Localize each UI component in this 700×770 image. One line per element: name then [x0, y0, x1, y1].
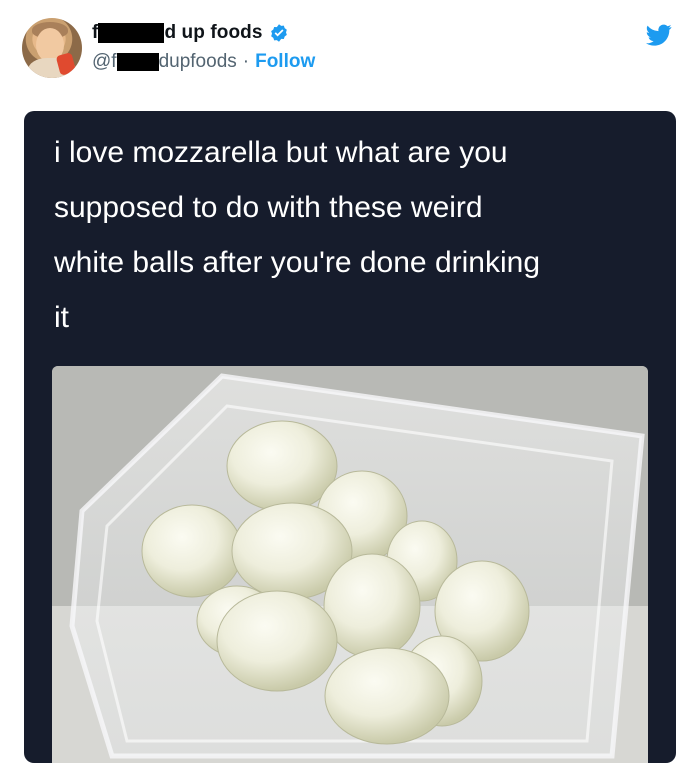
handle-row: @f dupfoods · Follow — [92, 50, 315, 74]
display-name-row[interactable]: f d up foods — [92, 20, 289, 46]
censor-bar — [98, 23, 165, 43]
mozzarella-photo[interactable] — [52, 366, 648, 763]
follow-button[interactable]: Follow — [255, 51, 315, 73]
embedded-post-text: i love mozzarella but what are you suppo… — [54, 136, 541, 334]
avatar[interactable] — [22, 18, 82, 78]
handle-prefix: @f — [92, 51, 117, 72]
tweet-image-card[interactable]: i love mozzarella but what are you suppo… — [24, 111, 676, 763]
display-name-suffix: d up foods — [164, 22, 263, 43]
display-name[interactable]: f d up foods — [92, 22, 263, 44]
separator-dot: · — [242, 51, 250, 72]
verified-badge-icon — [270, 24, 287, 42]
handle-suffix: dupfoods — [158, 51, 237, 72]
twitter-bird-icon[interactable] — [644, 22, 674, 48]
tweet-header: f d up foods @f dupfoods · Follow — [0, 0, 700, 95]
handle-censor-bar — [116, 53, 159, 71]
mozzarella-photo-illustration — [52, 366, 648, 763]
